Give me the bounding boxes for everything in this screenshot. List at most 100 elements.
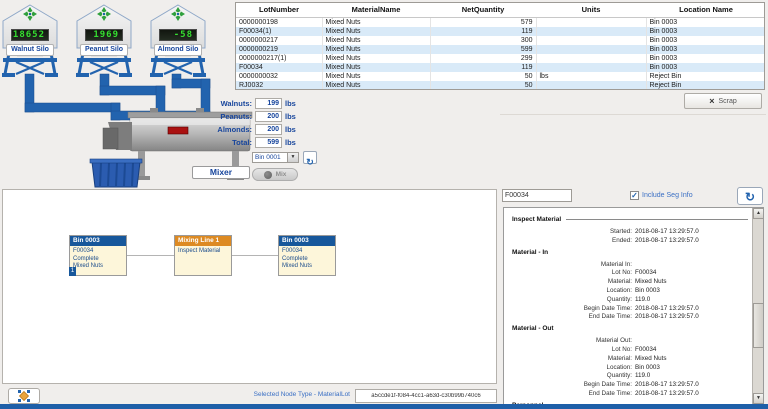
table-cell: Bin 0003 [646,36,765,45]
table-header-row: LotNumberMaterialNameNetQuantityUnitsLoc… [236,3,765,18]
node-body: F00034CompleteMixed Nuts [70,246,126,275]
detail-key: Quantity: [512,372,632,381]
column-header[interactable]: Location Name [646,3,765,18]
peanut-silo-label: Peanut Silo [80,44,128,56]
unit-label: lbs [285,112,296,121]
mix-button-label: Mix [276,171,287,178]
refresh-trace-button[interactable]: ↻ [737,187,763,205]
table-cell: Bin 0003 [646,27,765,36]
table-cell: Bin 0003 [646,54,765,63]
detail-row: Material:Mixed Nuts [512,278,748,287]
lot-search-input[interactable] [502,189,572,202]
table-row[interactable]: 0000000217(1)Mixed Nuts299Bin 0003 [236,54,765,63]
detail-key: Material: [512,355,632,364]
table-cell: F00034 [236,63,322,72]
table-row[interactable]: 0000000217Mixed Nuts300Bin 0003 [236,36,765,45]
table-row[interactable]: F00034(1)Mixed Nuts119Bin 0003 [236,27,765,36]
unit-label: lbs [285,125,296,134]
table-cell: 599 [430,45,536,54]
x-icon: × [709,97,714,106]
diagram-overview-button[interactable] [8,388,40,404]
detail-key: Location: [512,364,632,373]
unit-label: lbs [285,138,296,147]
walnut-silo-display: 18652 [11,29,49,41]
table-row[interactable]: F00034Mixed Nuts119Bin 0003 [236,63,765,72]
node-line: Mixed Nuts [282,263,332,271]
scrollbar[interactable]: ▲ ▼ [752,208,763,404]
detail-key: Begin Date Time: [512,381,632,390]
table-cell: 579 [430,18,536,27]
refresh-bins-button[interactable]: ↻ [303,151,317,164]
node-badge: 1 [69,267,76,276]
table-cell: 50 [430,72,536,81]
detail-row: Begin Date Time:2018-08-17 13:29:57.0 [512,381,748,390]
section-heading-row: Material - In [512,249,748,256]
detail-row: End Date Time:2018-08-17 13:29:57.0 [512,390,748,399]
scroll-down-icon[interactable]: ▼ [753,393,764,404]
walnuts-input[interactable] [255,98,282,109]
detail-key: Material: [512,278,632,287]
table-row[interactable]: 0000000198Mixed Nuts579Bin 0003 [236,18,765,27]
table-cell: Mixed Nuts [322,72,430,81]
form-field-row: Peanuts:lbs [208,111,378,122]
peanut-silo-display: 1969 [85,29,123,41]
bin-select[interactable]: Bin 0001 ▼ [252,152,299,163]
total-input[interactable] [255,137,282,148]
column-header[interactable]: MaterialName [322,3,430,18]
field-label: Walnuts: [208,99,252,108]
table-row[interactable]: 0000000032Mixed Nuts50lbsReject Bin [236,72,765,81]
detail-key: Quantity: [512,296,632,305]
plus-logo-icon [171,7,185,21]
include-seg-info-checkbox[interactable]: ✓ Include Seg Info [630,191,693,200]
table-cell: 0000000217 [236,36,322,45]
table-cell [536,81,646,90]
detail-row: Location:Bin 0003 [512,364,748,373]
checkbox-icon[interactable]: ✓ [630,191,639,200]
table-cell [536,54,646,63]
column-header[interactable]: Units [536,3,646,18]
section-rule [566,219,748,220]
column-header[interactable]: LotNumber [236,3,322,18]
plus-logo-icon [23,7,37,21]
detail-row: Lot No:F00034 [512,346,748,355]
node-body: F00034CompleteMixed Nuts [279,246,335,275]
scroll-up-icon[interactable]: ▲ [753,208,764,219]
selected-node-id-field[interactable] [355,389,497,403]
node-line: Inspect Material [178,248,228,256]
table-cell: 119 [430,63,536,72]
diagram-node[interactable]: Bin 0003F00034CompleteMixed Nuts [278,235,336,276]
diagram-node[interactable]: Bin 0003F00034CompleteMixed Nuts1 [69,235,127,276]
section-heading: Inspect Material [512,216,561,223]
node-connector [127,255,174,256]
detail-key: End Date Time: [512,313,632,322]
detail-key: Material Out: [512,337,632,346]
column-header[interactable]: NetQuantity [430,3,536,18]
node-title: Mixing Line 1 [175,236,231,246]
form-field-row: Almonds:lbs [208,124,378,135]
almonds-input[interactable] [255,124,282,135]
table-cell: 300 [430,36,536,45]
section-heading: Material - In [512,249,548,256]
table-cell: 0000000032 [236,72,322,81]
detail-row: End Date Time:2018-08-17 13:29:57.0 [512,313,748,322]
flow-diagram-panel[interactable]: Bin 0003F00034CompleteMixed Nuts1 Mixing… [2,189,497,384]
table-row[interactable]: 0000000219Mixed Nuts599Bin 0003 [236,45,765,54]
diagram-node[interactable]: Mixing Line 1 Inspect Material [174,235,232,276]
mix-button[interactable]: Mix [252,168,298,181]
detail-value: 119.0 [635,372,725,381]
chevron-down-icon[interactable]: ▼ [287,153,298,162]
table-cell: Mixed Nuts [322,54,430,63]
node-line: F00034 [73,248,123,256]
peanuts-input[interactable] [255,111,282,122]
table-cell: Bin 0003 [646,18,765,27]
detail-row: Location:Bin 0003 [512,287,748,296]
node-line: Complete [282,256,332,264]
scrap-button[interactable]: × Scrap [684,93,762,109]
table-cell [536,45,646,54]
detail-key: Material In: [512,261,632,270]
detail-row: Quantity:119.0 [512,296,748,305]
table-row[interactable]: RJ0032Mixed Nuts50Reject Bin [236,81,765,90]
panel-divider [500,114,766,115]
scrollbar-thumb[interactable] [753,303,764,348]
unit-label: lbs [285,99,296,108]
